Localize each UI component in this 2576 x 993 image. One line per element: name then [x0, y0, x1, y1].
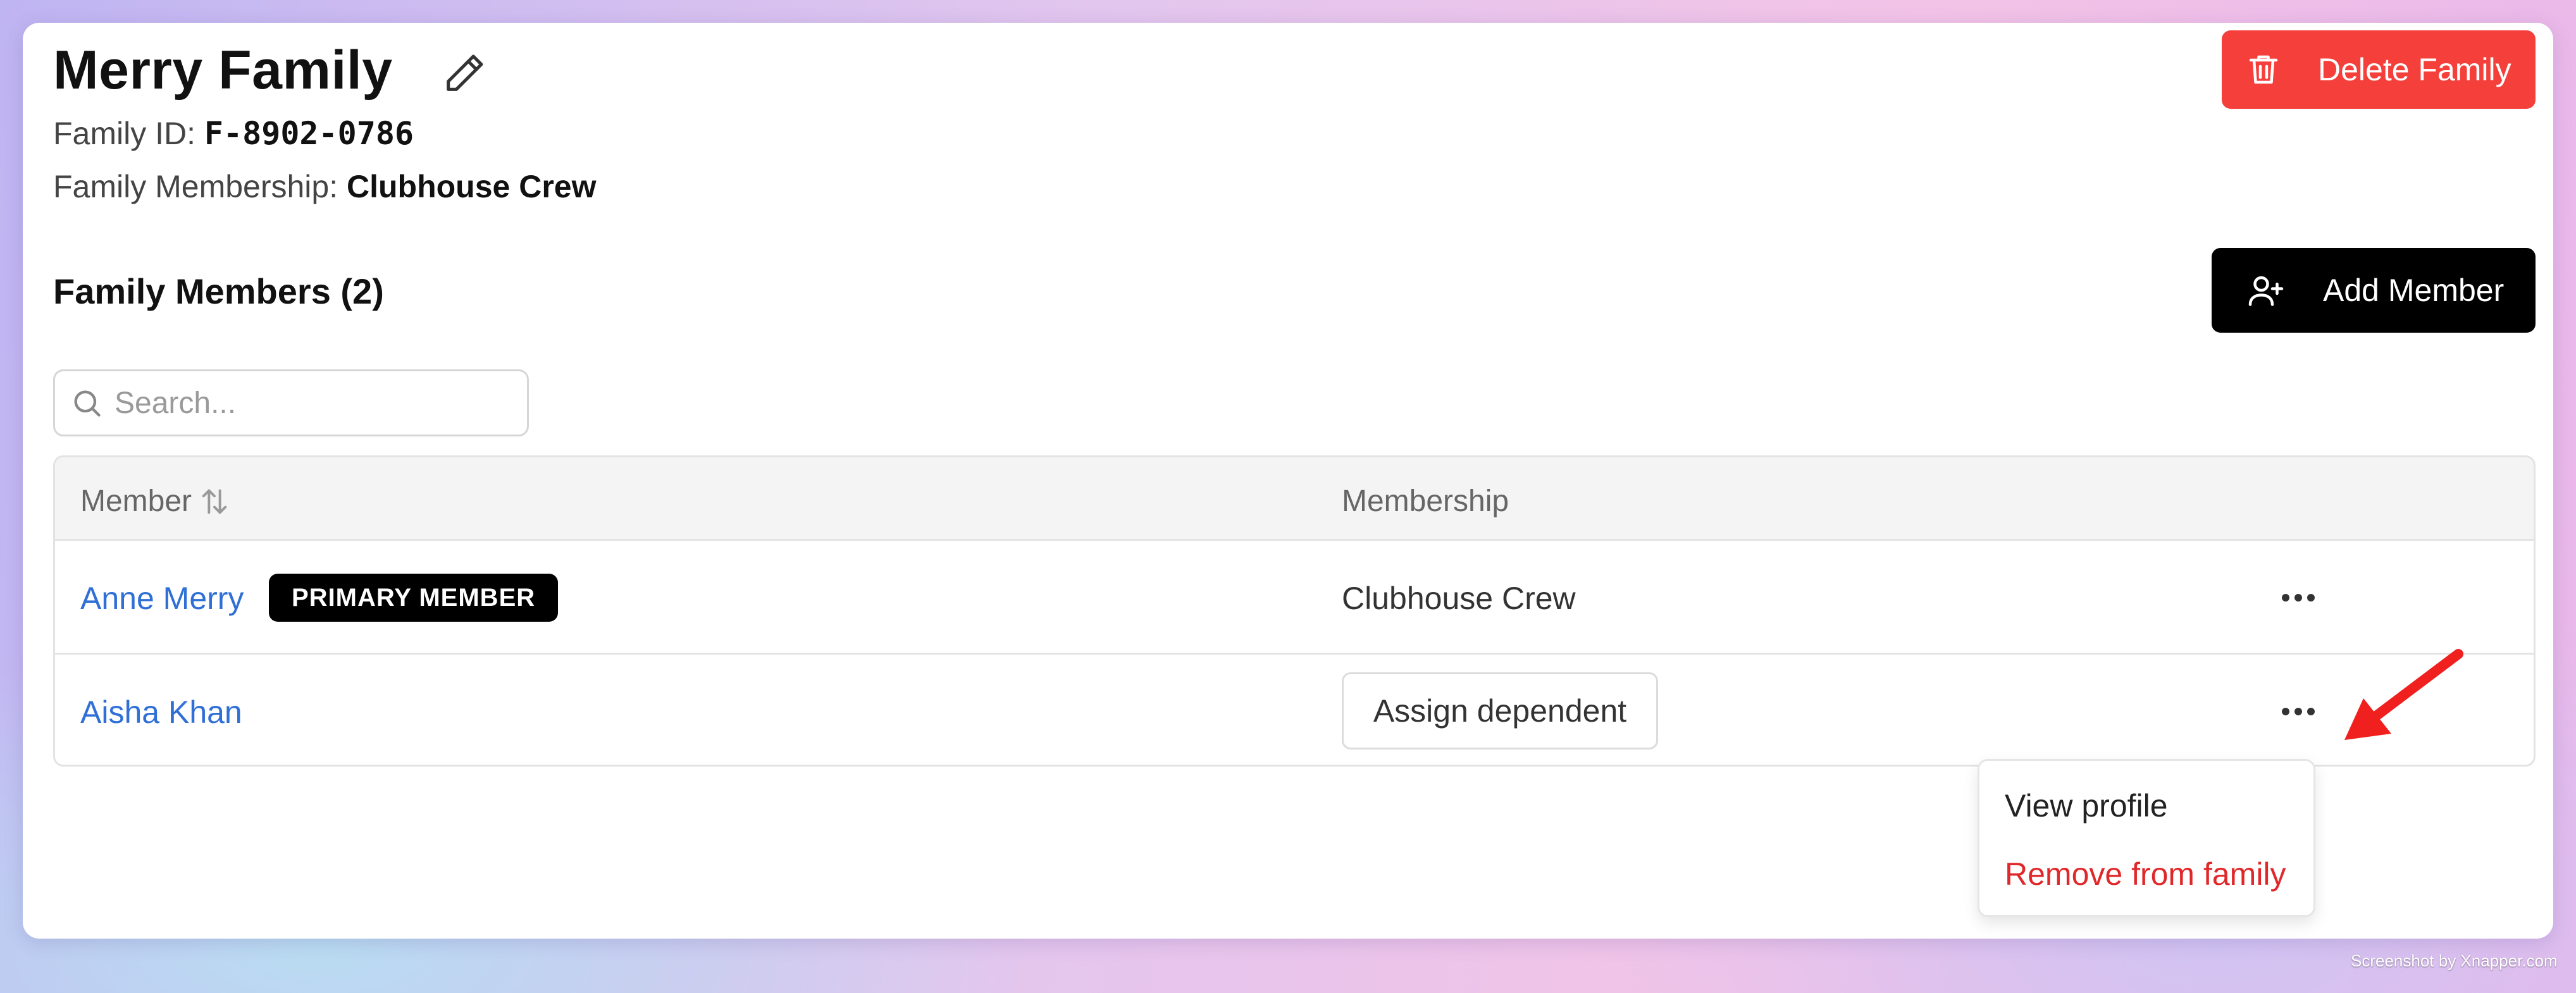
- primary-member-badge: PRIMARY MEMBER: [269, 574, 559, 622]
- pencil-edit-icon[interactable]: [440, 49, 488, 97]
- column-header-membership: Membership: [1342, 484, 1509, 518]
- family-id-line: Family ID: F-8902-0786: [53, 118, 414, 149]
- assign-dependent-button[interactable]: Assign dependent: [1342, 672, 1658, 749]
- family-members-heading: Family Members (2): [53, 271, 384, 311]
- search-icon: [74, 390, 101, 417]
- member-membership: Clubhouse Crew: [1342, 581, 1576, 616]
- table-row: Anne Merry PRIMARY MEMBER Clubhouse Crew: [55, 541, 2534, 655]
- row-actions-menu: View profile Remove from family: [1978, 759, 2315, 917]
- delete-family-button[interactable]: Delete Family: [2222, 30, 2536, 109]
- more-actions-icon[interactable]: [2273, 693, 2324, 731]
- family-card: Merry Family Family ID: F-8902-0786 Fami…: [23, 23, 2553, 939]
- members-table: Member Membership Anne Merry PRIMARY MEM…: [53, 455, 2536, 767]
- search-input[interactable]: [113, 385, 495, 421]
- menu-item-view-profile[interactable]: View profile: [2005, 787, 2168, 824]
- annotation-arrow-icon: [2344, 649, 2463, 740]
- search-box[interactable]: [53, 369, 529, 436]
- screenshot-credit: Screenshot by Xnapper.com: [2351, 951, 2558, 970]
- menu-item-remove-from-family[interactable]: Remove from family: [2005, 856, 2286, 892]
- trash-icon: [2249, 55, 2278, 84]
- family-membership-value: Clubhouse Crew: [347, 169, 597, 204]
- user-plus-icon: [2248, 276, 2284, 306]
- column-header-member[interactable]: Member: [80, 484, 231, 519]
- family-id-value: F-8902-0786: [204, 115, 414, 152]
- member-name-link[interactable]: Aisha Khan: [80, 694, 242, 731]
- column-header-member-label: Member: [80, 484, 192, 518]
- table-header: Member Membership: [55, 457, 2534, 541]
- add-member-label: Add Member: [2323, 273, 2505, 308]
- family-id-label: Family ID:: [53, 116, 204, 151]
- member-name-link[interactable]: Anne Merry: [80, 580, 244, 617]
- delete-family-label: Delete Family: [2318, 52, 2511, 87]
- family-membership-line: Family Membership: Clubhouse Crew: [53, 171, 596, 202]
- more-actions-icon[interactable]: [2273, 579, 2324, 617]
- sort-arrows-icon: [202, 489, 227, 514]
- family-membership-label: Family Membership:: [53, 169, 347, 204]
- table-row: Aisha Khan Assign dependent: [55, 655, 2534, 765]
- page-title: Merry Family: [53, 40, 393, 101]
- add-member-button[interactable]: Add Member: [2212, 248, 2536, 333]
